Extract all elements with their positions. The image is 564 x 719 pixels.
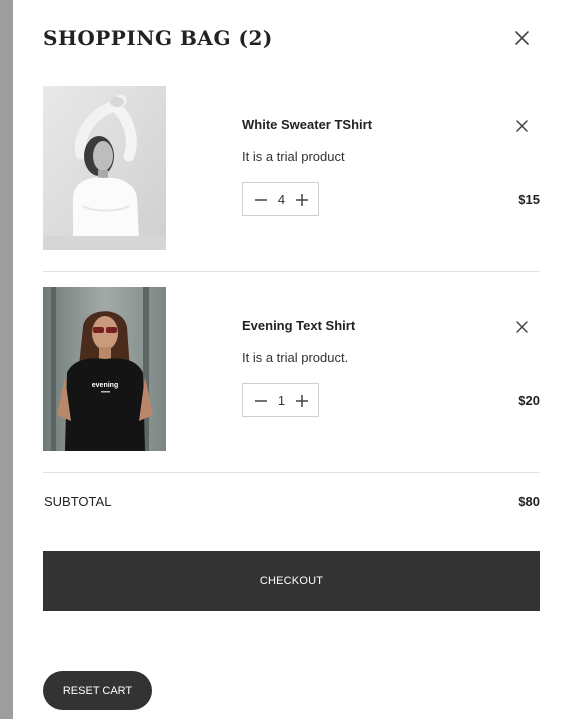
close-icon [516,120,528,132]
item-name[interactable]: White Sweater TShirt [242,117,372,132]
item-divider [43,271,540,272]
page-overlay[interactable] [0,0,13,719]
minus-icon [255,199,267,201]
close-icon [515,31,529,45]
item-price: $15 [518,192,540,207]
subtotal-label: SUBTOTAL [44,494,112,509]
quantity-stepper: 1 [242,383,319,417]
cart-title: SHOPPING BAG (2) [43,26,273,50]
plus-icon [296,395,308,407]
shirt-print-text: evening [92,382,118,389]
decrease-quantity-button[interactable] [253,393,269,409]
item-price: $20 [518,393,540,408]
cart-item: evening Evening Text Shirt It is a trial… [43,287,540,453]
close-icon [516,321,528,333]
product-image[interactable]: evening [43,287,166,451]
decrease-quantity-button[interactable] [253,192,269,208]
quantity-value[interactable]: 4 [273,192,290,208]
plus-icon [296,194,308,206]
item-description: It is a trial product. [242,350,349,365]
cart-item: White Sweater TShirt It is a trial produ… [43,86,540,252]
subtotal-value: $80 [518,494,540,509]
quantity-stepper: 4 [242,182,319,216]
cart-drawer: SHOPPING BAG (2) White Sweater TShirt It… [13,0,564,719]
increase-quantity-button[interactable] [294,192,310,208]
remove-item-button[interactable] [514,319,530,335]
checkout-button[interactable]: CHECKOUT [43,551,540,611]
close-cart-button[interactable] [513,29,531,47]
reset-cart-button[interactable]: RESET CART [43,671,152,710]
item-name[interactable]: Evening Text Shirt [242,318,355,333]
item-description: It is a trial product [242,149,345,164]
quantity-value[interactable]: 1 [273,393,290,409]
increase-quantity-button[interactable] [294,393,310,409]
product-image[interactable] [43,86,166,250]
item-divider [43,472,540,473]
minus-icon [255,400,267,402]
remove-item-button[interactable] [514,118,530,134]
